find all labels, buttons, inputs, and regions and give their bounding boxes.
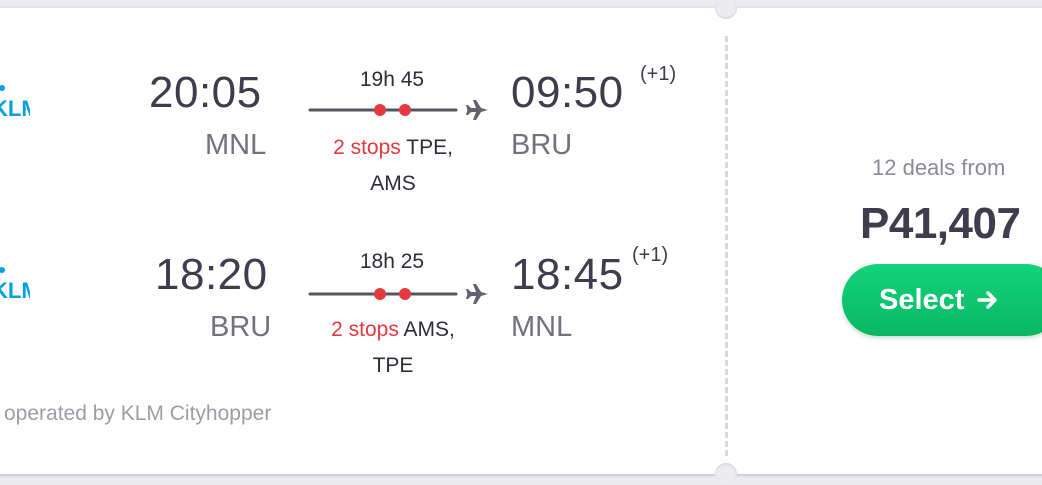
stops-via: AMS, (403, 318, 455, 341)
departure-airport: MNL (205, 129, 267, 161)
arrival-airport: MNL (511, 311, 573, 343)
ticket-notch-bottom (715, 463, 737, 485)
departure-airport: BRU (210, 311, 272, 343)
route-line (308, 100, 488, 120)
operated-by: operated by KLM Cityhopper (4, 402, 272, 425)
stops-via-line2: TPE (372, 354, 414, 377)
route-line (308, 284, 488, 304)
airplane-icon (466, 284, 488, 304)
stops-count: 2 stops (333, 136, 401, 159)
stop-dot (374, 288, 386, 300)
select-button[interactable]: Select (842, 264, 1042, 336)
stops-info: 2 stops TPE, AMS (293, 130, 493, 202)
arrow-right-icon (977, 291, 998, 309)
stop-dot (374, 104, 386, 116)
select-button-label: Select (879, 283, 965, 316)
flight-duration: 18h 25 (359, 250, 425, 273)
stop-dot (399, 288, 411, 300)
arrival-time: 18:45 (511, 250, 624, 299)
klm-logo-icon: KLM (0, 85, 30, 116)
svg-text:KLM: KLM (0, 96, 30, 116)
deals-count: 12 deals from (872, 155, 1006, 180)
ticket-divider (725, 36, 728, 456)
stop-dot (399, 104, 411, 116)
departure-time: 20:05 (149, 68, 262, 117)
svg-text:KLM: KLM (0, 278, 30, 298)
arrival-time: 09:50 (511, 68, 624, 117)
stops-via: TPE, (406, 136, 453, 159)
klm-logo-icon: KLM (0, 267, 30, 298)
stops-via-line2: AMS (370, 172, 416, 195)
flight-duration: 19h 45 (359, 68, 425, 91)
arrival-airport: BRU (511, 129, 573, 161)
stops-count: 2 stops (331, 318, 399, 341)
day-offset: (+1) (640, 63, 677, 85)
day-offset: (+1) (632, 244, 669, 266)
airplane-icon (466, 100, 488, 120)
departure-time: 18:20 (155, 250, 268, 299)
price: P41,407 (860, 199, 1021, 248)
stops-info: 2 stops AMS, TPE (293, 312, 493, 384)
ticket-notch-top (715, 0, 737, 19)
